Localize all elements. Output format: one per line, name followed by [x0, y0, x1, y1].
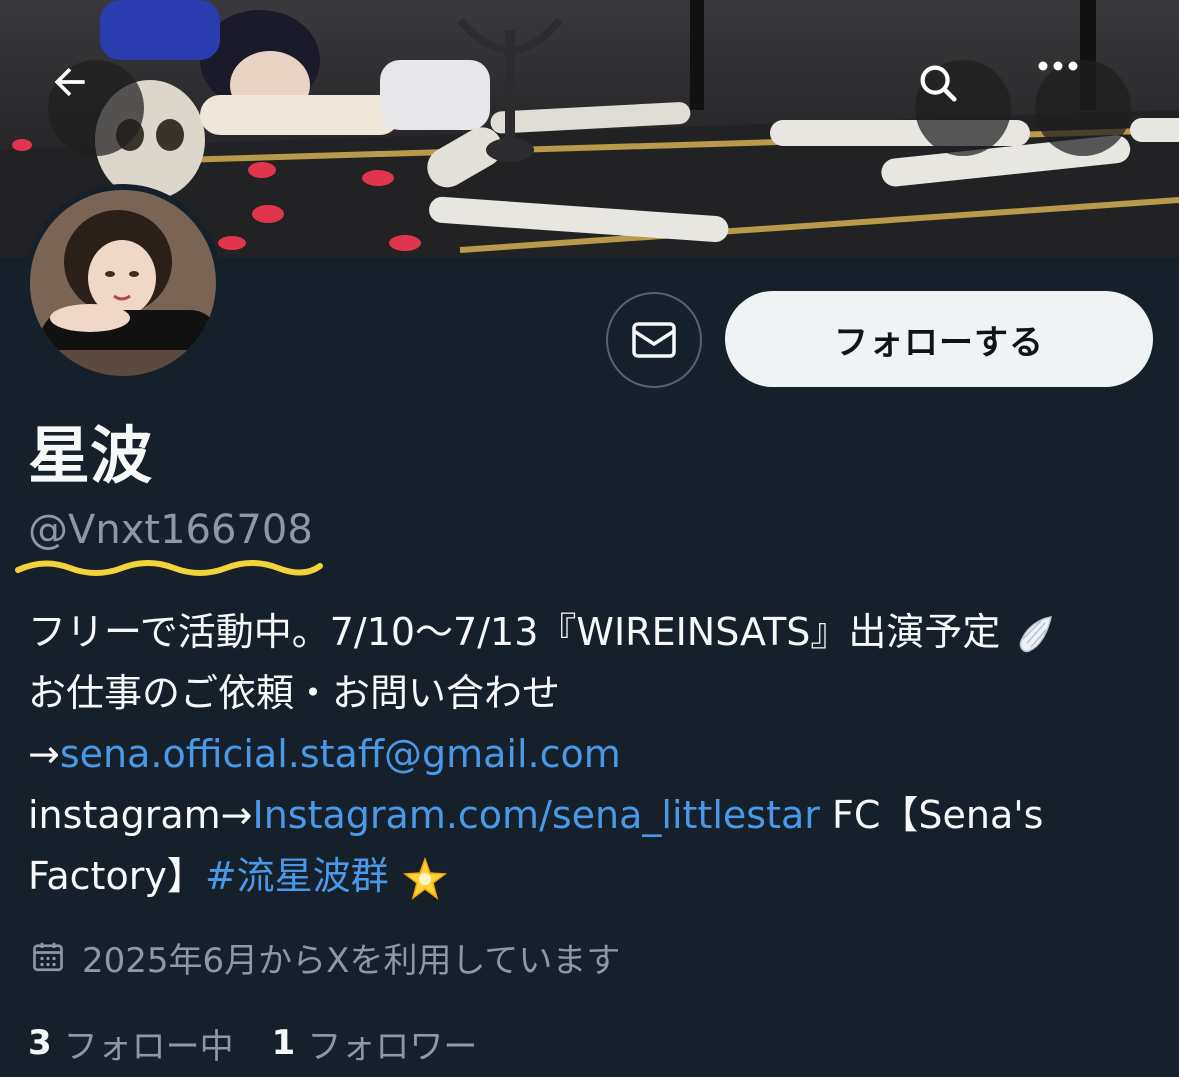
- search-button[interactable]: [915, 60, 1011, 156]
- email-link[interactable]: sena.official.staff@gmail.com: [60, 732, 621, 776]
- more-options-button[interactable]: [1035, 60, 1131, 156]
- bio-factory-text: Factory】: [28, 854, 205, 898]
- join-date: 2025年6月からXを利用しています: [30, 932, 620, 982]
- followers-count[interactable]: 1: [272, 1023, 296, 1063]
- envelope-icon: [632, 322, 676, 358]
- display-name: 星波: [28, 419, 153, 492]
- followers-label[interactable]: フォロワー: [307, 1019, 477, 1068]
- wing-emoji: [1019, 615, 1052, 652]
- search-icon: [920, 65, 957, 102]
- hashtag-link[interactable]: #流星波群: [205, 854, 389, 898]
- more-options-icon: [1038, 61, 1078, 71]
- calendar-icon: [33, 942, 63, 972]
- profile-page: フォローする 星波 @Vnxt166708 フリーで活動中。7/10～7/13『…: [0, 0, 1179, 1077]
- bio-text: フリーで活動中。7/10～7/13『WIREINSATS』出演予定: [28, 610, 1001, 654]
- message-button[interactable]: [606, 292, 702, 388]
- handwritten-underline: [15, 560, 323, 576]
- instagram-link[interactable]: Instagram.com/sena_littlestar: [253, 793, 820, 837]
- bio-line-5: Factory】#流星波群: [28, 846, 1158, 907]
- bio-line-1: フリーで活動中。7/10～7/13『WIREINSATS』出演予定: [28, 602, 1158, 663]
- profile-photo: [30, 190, 216, 376]
- bio-line-3: →sena.official.staff@gmail.com: [28, 724, 1158, 785]
- glowing-star-emoji: [402, 856, 447, 900]
- join-date-text: 2025年6月からXを利用しています: [82, 940, 621, 981]
- bio-arrow: →: [28, 732, 60, 776]
- following-label[interactable]: フォロー中: [64, 1019, 234, 1068]
- profile-bio: フリーで活動中。7/10～7/13『WIREINSATS』出演予定 お仕事のご依…: [28, 602, 1158, 907]
- back-button[interactable]: [48, 60, 144, 156]
- back-arrow-icon: [54, 67, 85, 97]
- bio-instagram-prefix: instagram→: [28, 793, 253, 837]
- follow-button[interactable]: フォローする: [725, 291, 1153, 387]
- bio-fc-text: FC【Sena's: [819, 793, 1044, 837]
- following-count[interactable]: 3: [28, 1023, 52, 1063]
- follow-stats: 3 フォロー中 1 フォロワー: [28, 1018, 515, 1068]
- bio-line-4: instagram→Instagram.com/sena_littlestar …: [28, 785, 1158, 846]
- avatar[interactable]: [24, 184, 222, 382]
- user-handle: @Vnxt166708: [28, 507, 313, 553]
- bio-line-2: お仕事のご依頼・お問い合わせ: [28, 671, 561, 715]
